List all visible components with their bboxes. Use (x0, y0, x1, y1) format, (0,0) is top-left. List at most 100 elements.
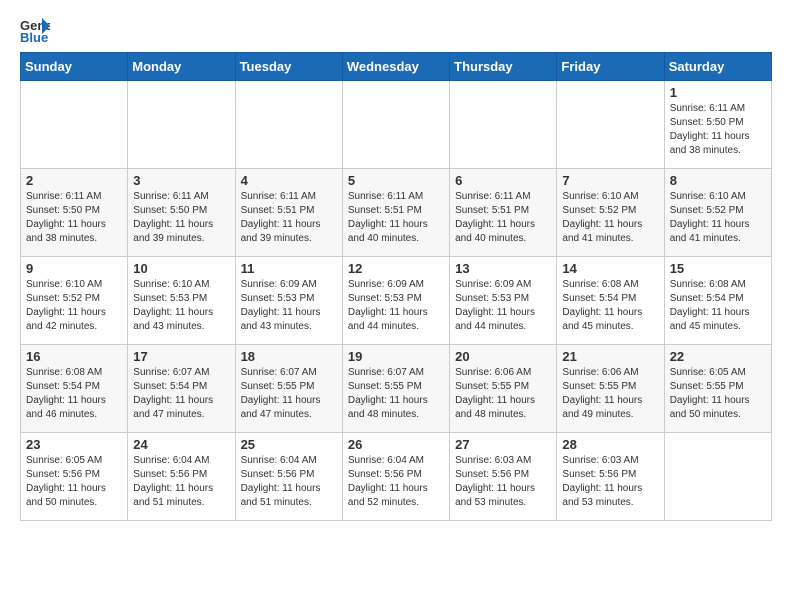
column-header-sunday: Sunday (21, 53, 128, 81)
column-header-friday: Friday (557, 53, 664, 81)
calendar-cell: 2 Sunrise: 6:11 AM Sunset: 5:50 PM Daylig… (21, 169, 128, 257)
day-info: Sunrise: 6:11 AM Sunset: 5:50 PM Dayligh… (26, 190, 122, 246)
day-info: Sunrise: 6:10 AM Sunset: 5:52 PM Dayligh… (26, 278, 122, 334)
calendar-cell (235, 81, 342, 169)
calendar-cell: 15 Sunrise: 6:08 AM Sunset: 5:54 PM Dayli… (664, 257, 771, 345)
calendar-week-row: 16Sunrise: 6:08 AM Sunset: 5:54 PM Dayli… (21, 345, 772, 433)
logo-icon: General Blue (20, 16, 50, 44)
calendar-cell (342, 81, 449, 169)
calendar-cell: 19 Sunrise: 6:07 AM Sunset: 5:55 PM Dayli… (342, 345, 449, 433)
day-info: Sunrise: 6:10 AM Sunset: 5:52 PM Dayligh… (562, 190, 658, 246)
calendar-table: SundayMondayTuesdayWednesdayThursdayFrid… (20, 52, 772, 521)
day-number: 6 (455, 173, 551, 188)
calendar-cell: 5 Sunrise: 6:11 AM Sunset: 5:51 PM Daylig… (342, 169, 449, 257)
day-info: Sunrise: 6:08 AM Sunset: 5:54 PM Dayligh… (670, 278, 766, 334)
day-number: 11 (241, 261, 337, 276)
day-number: 13 (455, 261, 551, 276)
day-number: 14 (562, 261, 658, 276)
calendar-week-row: 23 Sunrise: 6:05 AM Sunset: 5:56 PM Dayli… (21, 433, 772, 521)
logo: General Blue (20, 16, 56, 44)
day-number: 17 (133, 349, 229, 364)
day-number: 7 (562, 173, 658, 188)
day-number: 18 (241, 349, 337, 364)
day-info: Sunrise: 6:06 AM Sunset: 5:55 PM Dayligh… (562, 366, 658, 422)
calendar-cell: 22 Sunrise: 6:05 AM Sunset: 5:55 PM Dayli… (664, 345, 771, 433)
calendar-cell (557, 81, 664, 169)
day-number: 3 (133, 173, 229, 188)
day-info: Sunrise: 6:05 AM Sunset: 5:55 PM Dayligh… (670, 366, 766, 422)
calendar-cell: 27 Sunrise: 6:03 AM Sunset: 5:56 PM Dayli… (450, 433, 557, 521)
day-number: 24 (133, 437, 229, 452)
day-info: Sunrise: 6:11 AM Sunset: 5:50 PM Dayligh… (670, 102, 766, 158)
calendar-cell: 28Sunrise: 6:03 AM Sunset: 5:56 PM Dayli… (557, 433, 664, 521)
day-info: Sunrise: 6:11 AM Sunset: 5:51 PM Dayligh… (348, 190, 444, 246)
day-number: 12 (348, 261, 444, 276)
calendar-cell: 24 Sunrise: 6:04 AM Sunset: 5:56 PM Dayli… (128, 433, 235, 521)
calendar-cell: 11 Sunrise: 6:09 AM Sunset: 5:53 PM Dayli… (235, 257, 342, 345)
calendar-header-row: SundayMondayTuesdayWednesdayThursdayFrid… (21, 53, 772, 81)
svg-text:Blue: Blue (20, 30, 48, 44)
day-number: 21 (562, 349, 658, 364)
calendar-cell: 3 Sunrise: 6:11 AM Sunset: 5:50 PM Daylig… (128, 169, 235, 257)
day-info: Sunrise: 6:07 AM Sunset: 5:54 PM Dayligh… (133, 366, 229, 422)
calendar-cell: 4 Sunrise: 6:11 AM Sunset: 5:51 PM Daylig… (235, 169, 342, 257)
day-number: 15 (670, 261, 766, 276)
day-number: 22 (670, 349, 766, 364)
day-info: Sunrise: 6:11 AM Sunset: 5:51 PM Dayligh… (241, 190, 337, 246)
calendar-cell: 10Sunrise: 6:10 AM Sunset: 5:53 PM Dayli… (128, 257, 235, 345)
calendar-week-row: 1 Sunrise: 6:11 AM Sunset: 5:50 PM Daylig… (21, 81, 772, 169)
calendar-cell: 16Sunrise: 6:08 AM Sunset: 5:54 PM Dayli… (21, 345, 128, 433)
calendar-cell: 14 Sunrise: 6:08 AM Sunset: 5:54 PM Dayli… (557, 257, 664, 345)
calendar-week-row: 2 Sunrise: 6:11 AM Sunset: 5:50 PM Daylig… (21, 169, 772, 257)
day-info: Sunrise: 6:09 AM Sunset: 5:53 PM Dayligh… (241, 278, 337, 334)
day-number: 25 (241, 437, 337, 452)
day-info: Sunrise: 6:04 AM Sunset: 5:56 PM Dayligh… (133, 454, 229, 510)
day-number: 26 (348, 437, 444, 452)
calendar-cell (664, 433, 771, 521)
day-info: Sunrise: 6:09 AM Sunset: 5:53 PM Dayligh… (348, 278, 444, 334)
column-header-monday: Monday (128, 53, 235, 81)
day-number: 9 (26, 261, 122, 276)
column-header-wednesday: Wednesday (342, 53, 449, 81)
calendar-cell: 6 Sunrise: 6:11 AM Sunset: 5:51 PM Daylig… (450, 169, 557, 257)
calendar-cell: 25 Sunrise: 6:04 AM Sunset: 5:56 PM Dayli… (235, 433, 342, 521)
day-number: 2 (26, 173, 122, 188)
day-info: Sunrise: 6:06 AM Sunset: 5:55 PM Dayligh… (455, 366, 551, 422)
day-info: Sunrise: 6:04 AM Sunset: 5:56 PM Dayligh… (241, 454, 337, 510)
day-info: Sunrise: 6:11 AM Sunset: 5:51 PM Dayligh… (455, 190, 551, 246)
day-info: Sunrise: 6:09 AM Sunset: 5:53 PM Dayligh… (455, 278, 551, 334)
day-info: Sunrise: 6:11 AM Sunset: 5:50 PM Dayligh… (133, 190, 229, 246)
day-number: 1 (670, 85, 766, 100)
day-info: Sunrise: 6:10 AM Sunset: 5:53 PM Dayligh… (133, 278, 229, 334)
calendar-cell: 23 Sunrise: 6:05 AM Sunset: 5:56 PM Dayli… (21, 433, 128, 521)
day-info: Sunrise: 6:10 AM Sunset: 5:52 PM Dayligh… (670, 190, 766, 246)
calendar-week-row: 9 Sunrise: 6:10 AM Sunset: 5:52 PM Daylig… (21, 257, 772, 345)
day-number: 28 (562, 437, 658, 452)
calendar-cell (128, 81, 235, 169)
day-info: Sunrise: 6:07 AM Sunset: 5:55 PM Dayligh… (241, 366, 337, 422)
day-number: 27 (455, 437, 551, 452)
column-header-tuesday: Tuesday (235, 53, 342, 81)
column-header-saturday: Saturday (664, 53, 771, 81)
calendar-cell: 17 Sunrise: 6:07 AM Sunset: 5:54 PM Dayli… (128, 345, 235, 433)
day-number: 20 (455, 349, 551, 364)
calendar-cell: 7 Sunrise: 6:10 AM Sunset: 5:52 PM Daylig… (557, 169, 664, 257)
calendar-cell: 8 Sunrise: 6:10 AM Sunset: 5:52 PM Daylig… (664, 169, 771, 257)
day-number: 5 (348, 173, 444, 188)
calendar-cell (450, 81, 557, 169)
day-number: 4 (241, 173, 337, 188)
day-info: Sunrise: 6:07 AM Sunset: 5:55 PM Dayligh… (348, 366, 444, 422)
day-info: Sunrise: 6:05 AM Sunset: 5:56 PM Dayligh… (26, 454, 122, 510)
day-info: Sunrise: 6:03 AM Sunset: 5:56 PM Dayligh… (455, 454, 551, 510)
calendar-cell: 26Sunrise: 6:04 AM Sunset: 5:56 PM Dayli… (342, 433, 449, 521)
day-number: 19 (348, 349, 444, 364)
calendar-cell (21, 81, 128, 169)
column-header-thursday: Thursday (450, 53, 557, 81)
day-info: Sunrise: 6:08 AM Sunset: 5:54 PM Dayligh… (562, 278, 658, 334)
calendar-cell: 9 Sunrise: 6:10 AM Sunset: 5:52 PM Daylig… (21, 257, 128, 345)
calendar-cell: 12 Sunrise: 6:09 AM Sunset: 5:53 PM Dayli… (342, 257, 449, 345)
calendar-cell: 13 Sunrise: 6:09 AM Sunset: 5:53 PM Dayli… (450, 257, 557, 345)
day-number: 8 (670, 173, 766, 188)
calendar-cell: 18 Sunrise: 6:07 AM Sunset: 5:55 PM Dayli… (235, 345, 342, 433)
day-number: 23 (26, 437, 122, 452)
